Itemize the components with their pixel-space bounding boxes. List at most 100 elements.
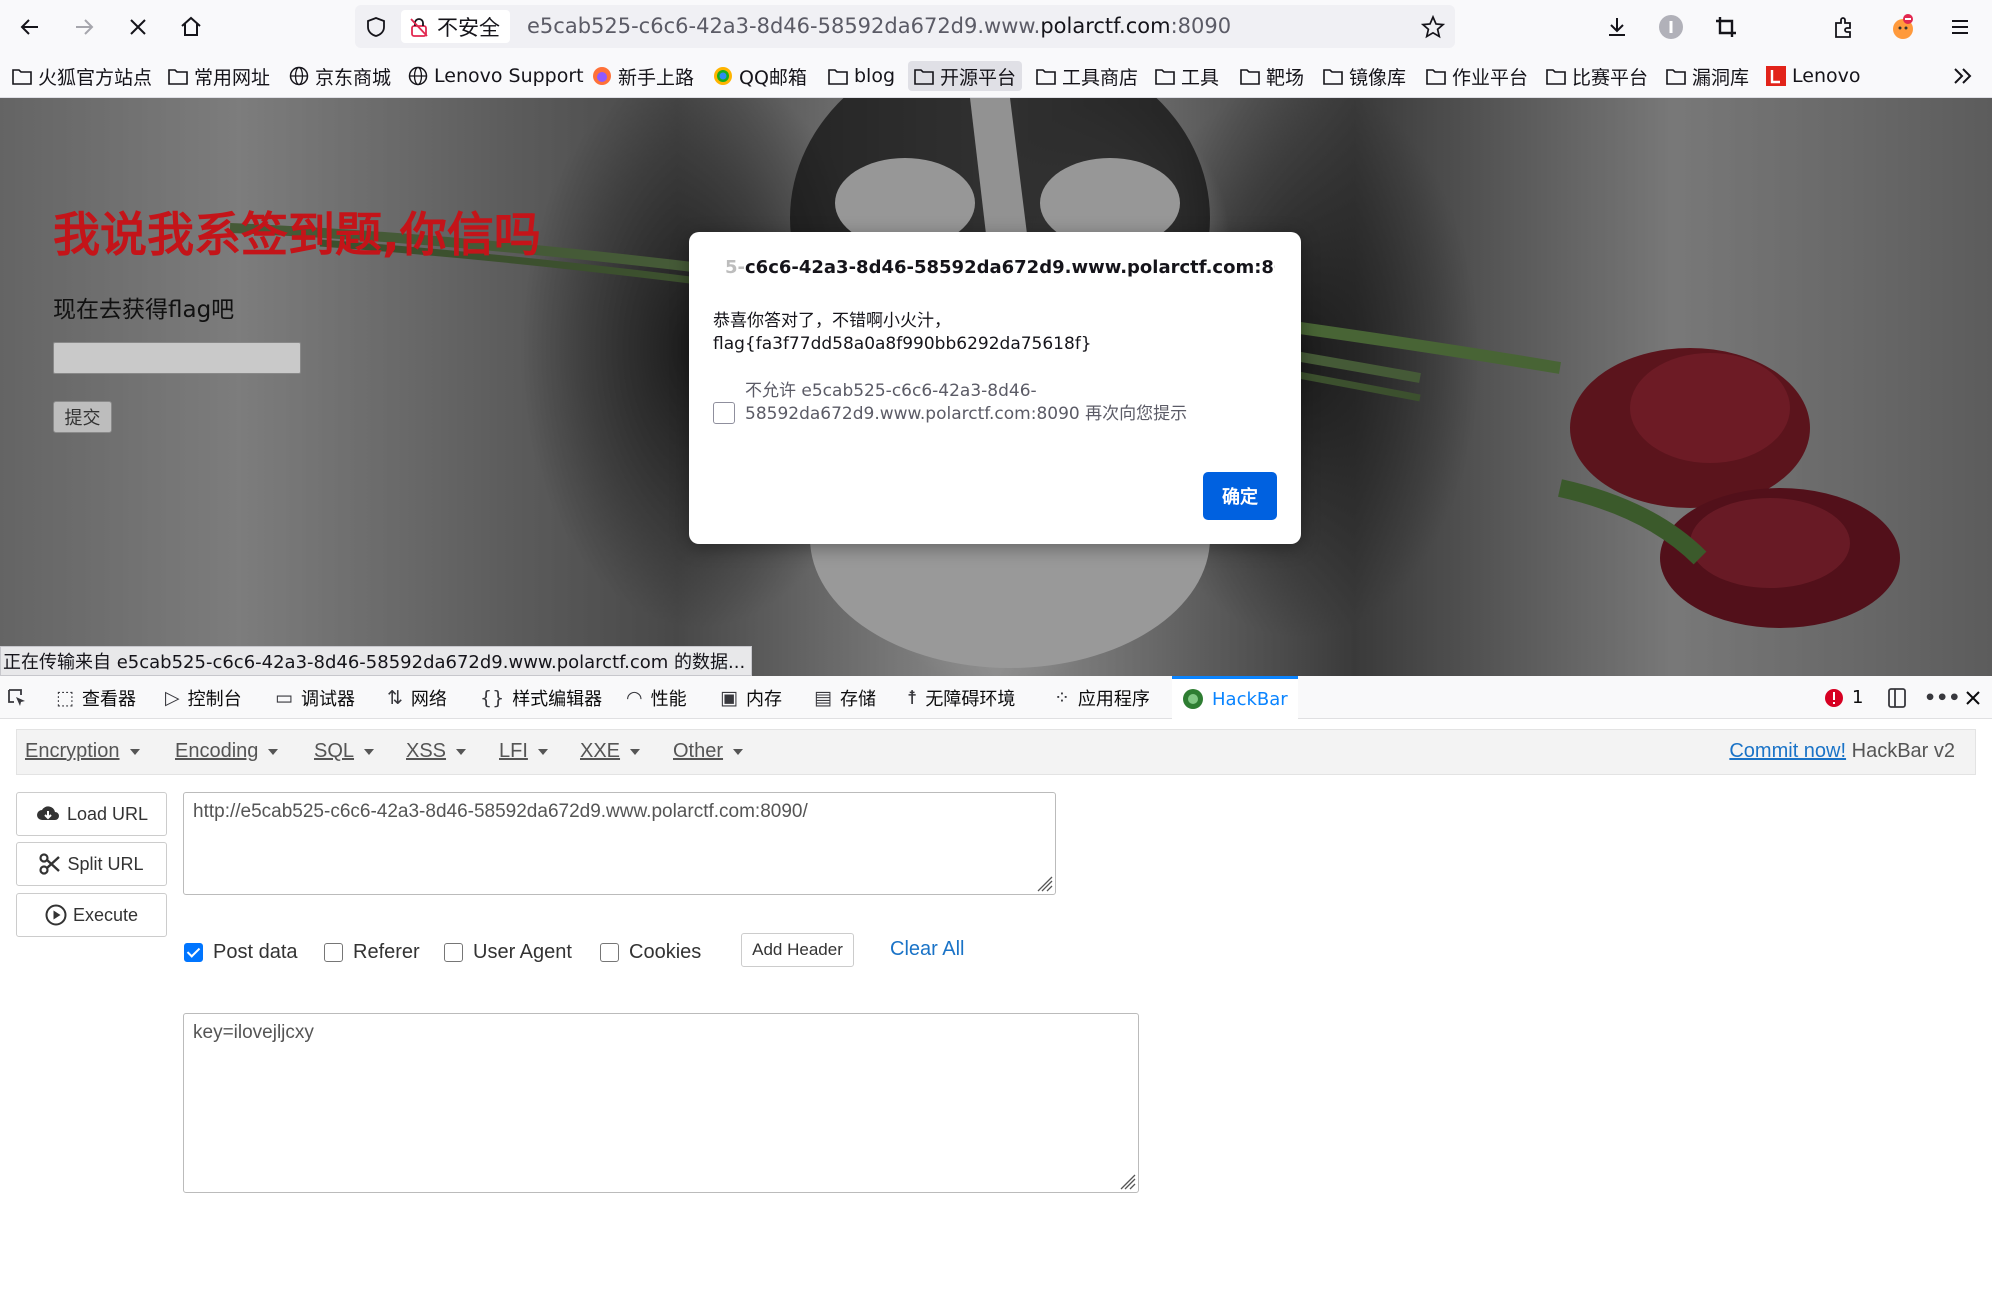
execute-button[interactable]: Execute: [16, 893, 167, 937]
bookmark-item[interactable]: Lenovo Support: [408, 61, 584, 91]
info-button[interactable]: [1653, 9, 1689, 45]
post-body-textarea[interactable]: key=ilovejljcxy: [183, 1013, 1139, 1193]
cookies-checkbox[interactable]: [600, 943, 619, 962]
close-icon: [130, 19, 146, 35]
tab-accessibility[interactable]: ☨ 无障碍环境: [907, 676, 1015, 719]
ellipsis-icon: •••: [1924, 686, 1961, 709]
close-devtools-button[interactable]: [1964, 676, 1982, 719]
resize-grip-icon[interactable]: [1120, 1174, 1136, 1190]
bookmark-item[interactable]: 新手上路: [592, 61, 694, 91]
resize-grip-icon[interactable]: [1037, 876, 1053, 892]
url-textarea[interactable]: http://e5cab525-c6c6-42a3-8d46-58592da67…: [183, 792, 1056, 895]
url-text[interactable]: e5cab525-c6c6-42a3-8d46-58592da672d9.www…: [527, 14, 1231, 38]
alert-dialog: 5-c6c6-42a3-8d46-58592da672d9.www.polarc…: [689, 232, 1301, 544]
bookmark-item[interactable]: 靶场: [1240, 61, 1304, 91]
menu-encoding[interactable]: Encoding: [175, 740, 279, 763]
split-url-button[interactable]: Split URL: [16, 842, 167, 886]
error-count: 1: [1852, 687, 1864, 708]
menu-label: Encoding: [175, 740, 259, 762]
submit-button[interactable]: 提交: [53, 401, 112, 433]
shield-icon[interactable]: [365, 16, 387, 38]
tab-inspector[interactable]: ⬚ 查看器: [56, 676, 136, 719]
scissors-icon: [39, 853, 61, 875]
bookmark-item[interactable]: Lenovo: [1766, 61, 1860, 91]
user-agent-checkbox[interactable]: [444, 943, 463, 962]
menu-other[interactable]: Other: [673, 740, 744, 763]
bookmark-item[interactable]: blog: [828, 61, 895, 91]
back-button[interactable]: [12, 9, 48, 45]
tab-performance[interactable]: ◠ 性能: [626, 676, 687, 719]
referer-toggle[interactable]: Referer: [324, 941, 420, 964]
caret-down-icon: [733, 748, 744, 755]
hamburger-icon: [1952, 20, 1968, 34]
tab-memory[interactable]: ▣ 内存: [720, 676, 782, 719]
cookies-toggle[interactable]: Cookies: [600, 941, 701, 964]
page-subtitle: 现在去获得flag吧: [53, 297, 235, 323]
bookmark-item[interactable]: 工具商店: [1036, 61, 1138, 91]
suppress-prompts-checkbox[interactable]: [713, 402, 735, 424]
flag-input[interactable]: [53, 342, 301, 374]
folder-icon: [1546, 67, 1566, 85]
bookmarks-overflow-button[interactable]: [1952, 61, 1974, 91]
post-body-value: key=ilovejljcxy: [193, 1022, 314, 1043]
tab-style-editor[interactable]: {} 样式编辑器: [480, 676, 602, 719]
suppress-prompts-label[interactable]: 不允许 e5cab525-c6c6-42a3-8d46-58592da672d9…: [745, 380, 1275, 426]
tab-application[interactable]: ⁘ 应用程序: [1054, 676, 1150, 719]
home-button[interactable]: [173, 9, 209, 45]
bookmark-item[interactable]: 京东商城: [289, 61, 391, 91]
devtools-panel: ⬚ 查看器 ▷ 控制台 ▭ 调试器 ⇅ 网络 {} 样式编辑器 ◠ 性能 ▣ 内存 ▤ 存储 ☨…: [0, 676, 1992, 1293]
folder-icon: [828, 67, 848, 85]
bookmark-item[interactable]: 工具: [1155, 61, 1219, 91]
bookmark-star-icon[interactable]: [1421, 15, 1445, 39]
tab-label: 查看器: [81, 688, 136, 710]
bookmark-label: 工具商店: [1062, 66, 1139, 89]
bookmark-item[interactable]: 镜像库: [1323, 61, 1406, 91]
broken-lock-icon: [410, 17, 428, 37]
tab-console[interactable]: ▷ 控制台: [165, 676, 242, 719]
menu-label: XSS: [406, 740, 447, 762]
bookmark-item[interactable]: 火狐官方站点: [12, 61, 152, 91]
downloads-button[interactable]: [1599, 9, 1635, 45]
bookmark-item[interactable]: 常用网址: [168, 61, 270, 91]
bookmark-item[interactable]: QQ邮箱: [713, 61, 807, 91]
error-icon: [1825, 688, 1843, 707]
tab-debugger[interactable]: ▭ 调试器: [275, 676, 355, 719]
add-header-button[interactable]: Add Header: [741, 933, 854, 967]
tab-network[interactable]: ⇅ 网络: [387, 676, 447, 719]
caret-down-icon: [268, 748, 279, 755]
menu-sql[interactable]: SQL: [314, 740, 375, 763]
tab-storage[interactable]: ▤ 存储: [814, 676, 876, 719]
bookmark-item[interactable]: 开源平台: [908, 61, 1023, 91]
tab-hackbar[interactable]: HackBar: [1172, 676, 1298, 719]
bookmark-item[interactable]: 漏洞库: [1666, 61, 1749, 91]
menu-xxe[interactable]: XXE: [580, 740, 641, 763]
stop-button[interactable]: [120, 9, 156, 45]
load-url-button[interactable]: Load URL: [16, 792, 167, 836]
chip-icon: ▣: [720, 686, 738, 709]
bookmark-item[interactable]: 比赛平台: [1546, 61, 1648, 91]
load-url-label: Load URL: [66, 803, 149, 824]
clear-all-link[interactable]: Clear All: [890, 938, 964, 961]
user-agent-toggle[interactable]: User Agent: [444, 941, 572, 964]
menu-lfi[interactable]: LFI: [499, 740, 548, 763]
ok-button[interactable]: 确定: [1203, 472, 1277, 520]
crop-tool-button[interactable]: [1708, 9, 1744, 45]
error-counter[interactable]: 1: [1824, 676, 1863, 719]
forward-button[interactable]: [66, 9, 102, 45]
referer-checkbox[interactable]: [324, 943, 343, 962]
menu-button[interactable]: [1942, 9, 1978, 45]
dock-toggle-button[interactable]: [1886, 676, 1908, 719]
bookmark-item[interactable]: 作业平台: [1426, 61, 1528, 91]
url-bar[interactable]: 不安全 e5cab525-c6c6-42a3-8d46-58592da672d9…: [355, 5, 1455, 48]
account-button[interactable]: [1885, 9, 1921, 45]
post-data-toggle[interactable]: Post data: [184, 941, 298, 964]
post-data-checkbox[interactable]: [184, 943, 203, 962]
insecure-badge[interactable]: 不安全: [401, 10, 510, 43]
more-options-button[interactable]: •••: [1924, 676, 1960, 719]
extensions-button[interactable]: [1826, 9, 1862, 45]
menu-encryption[interactable]: Encryption: [25, 740, 140, 763]
menu-xss[interactable]: XSS: [406, 740, 467, 763]
gauge-icon: ◠: [626, 686, 643, 709]
commit-now-link[interactable]: Commit now!: [1729, 740, 1846, 762]
element-picker-button[interactable]: [6, 676, 28, 719]
